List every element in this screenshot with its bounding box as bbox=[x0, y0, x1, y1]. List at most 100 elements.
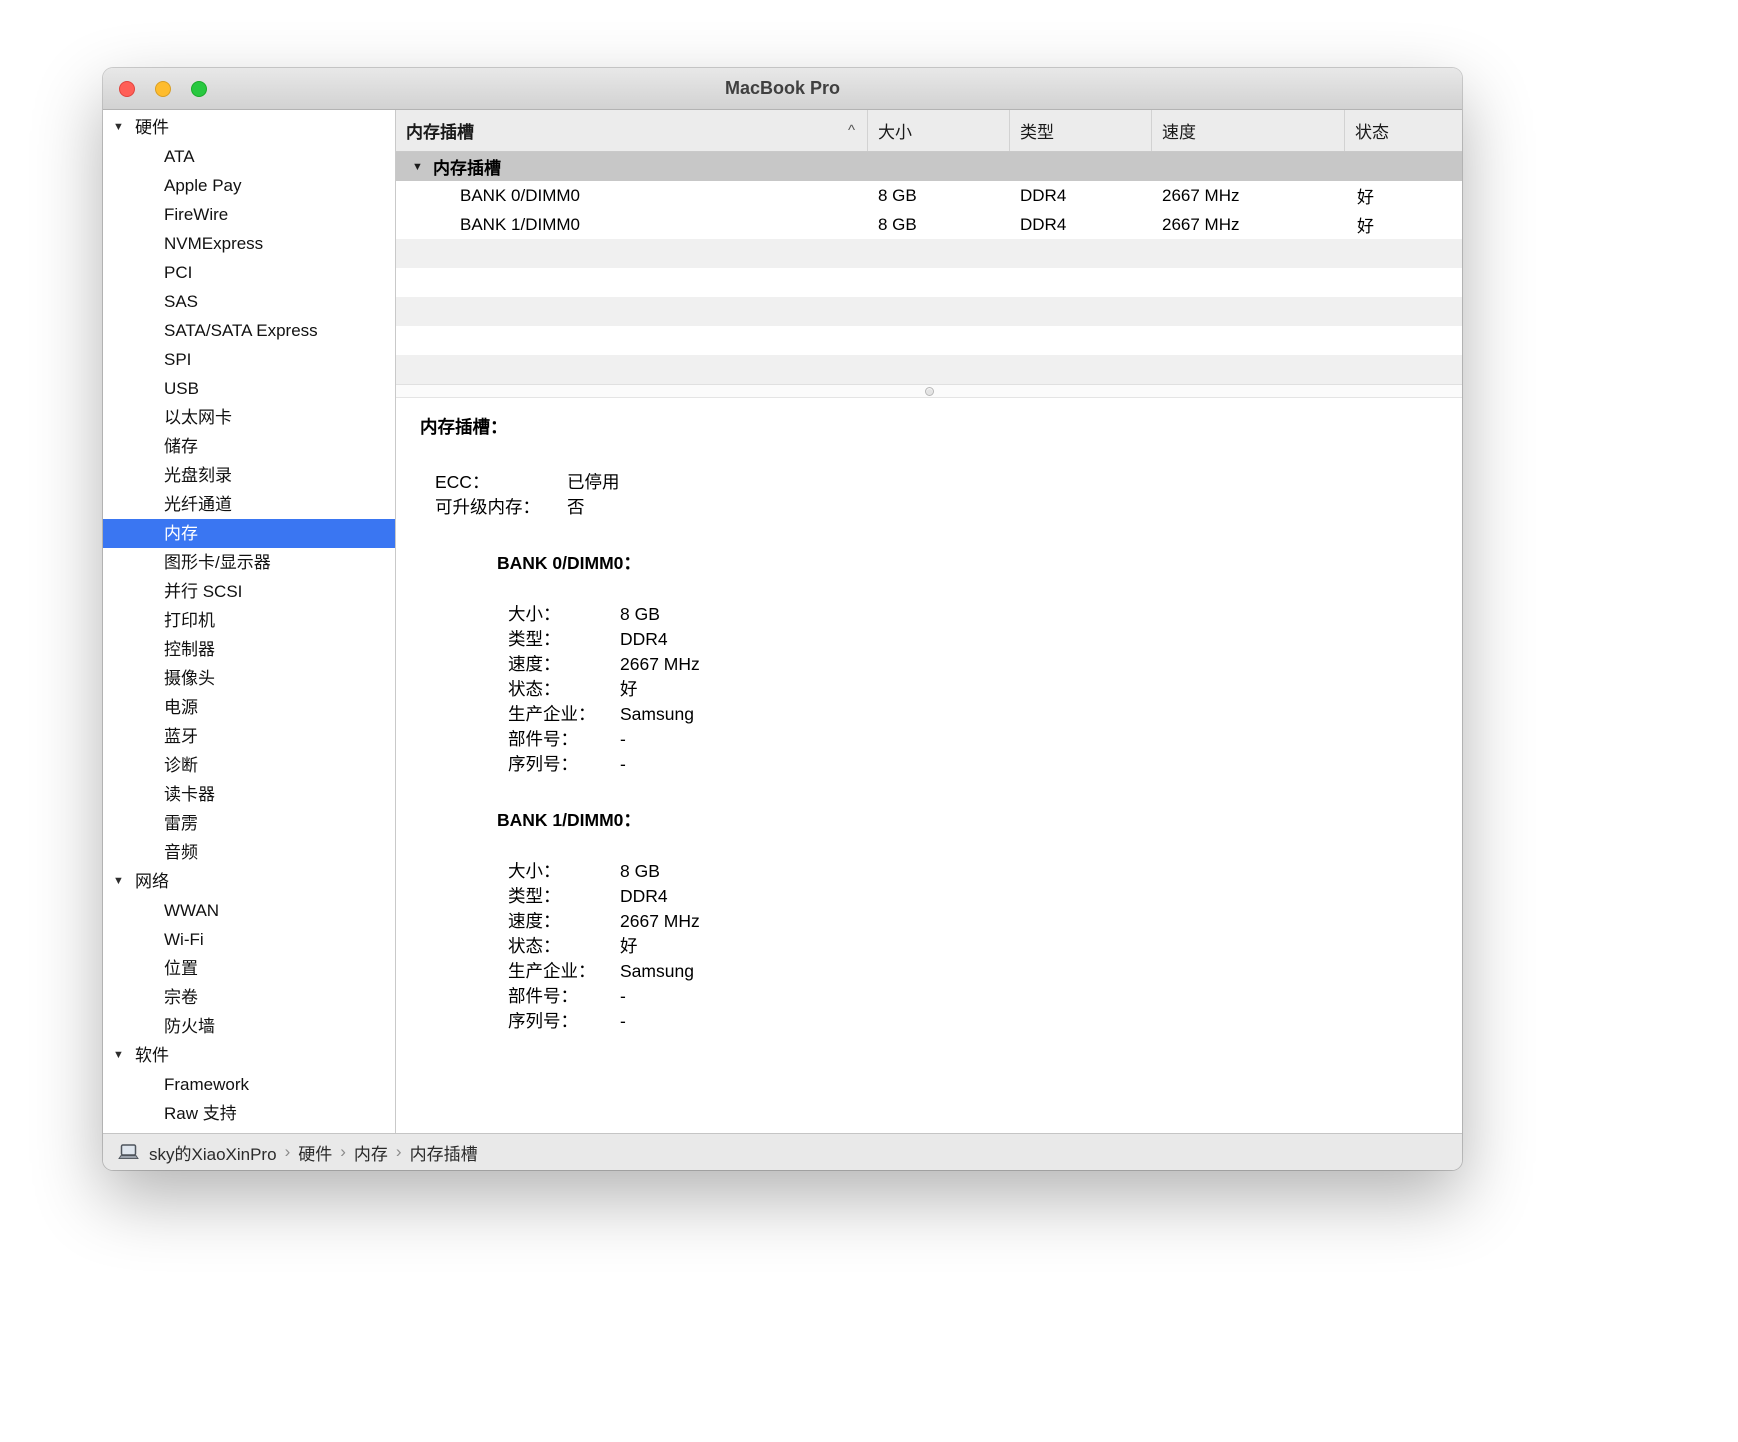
field-value: - bbox=[620, 1011, 626, 1031]
field-value: DDR4 bbox=[620, 886, 668, 906]
close-button[interactable] bbox=[119, 81, 135, 97]
sidebar-item-sata[interactable]: SATA/SATA Express bbox=[103, 316, 395, 345]
field-label: 可升级内存： bbox=[435, 495, 567, 520]
column-header-type[interactable]: 类型 bbox=[1010, 110, 1152, 151]
field-label: 速度： bbox=[508, 652, 620, 677]
window-content: ▼ 硬件 ATA Apple Pay FireWire NVMExpress P… bbox=[103, 110, 1462, 1133]
pane-splitter[interactable] bbox=[396, 384, 1462, 398]
empty-row bbox=[396, 297, 1462, 326]
sidebar-item-bluetooth[interactable]: 蓝牙 bbox=[103, 722, 395, 751]
column-header-slot[interactable]: 内存插槽 ^ bbox=[396, 110, 868, 151]
field-label: 生产企业： bbox=[508, 959, 620, 984]
bank-section: BANK 1/DIMM0： 大小：8 GB 类型：DDR4 速度：2667 MH… bbox=[497, 807, 1438, 1034]
disclosure-triangle-icon[interactable]: ▼ bbox=[113, 113, 126, 142]
sidebar-item-spi[interactable]: SPI bbox=[103, 345, 395, 374]
field-value: 8 GB bbox=[620, 604, 660, 624]
sidebar-item-controller[interactable]: 控制器 bbox=[103, 635, 395, 664]
sidebar-item-ethernet[interactable]: 以太网卡 bbox=[103, 403, 395, 432]
empty-row bbox=[396, 326, 1462, 355]
breadcrumb-separator-icon: › bbox=[332, 1142, 354, 1162]
sidebar-item-graphics-displays[interactable]: 图形卡/显示器 bbox=[103, 548, 395, 577]
computer-icon bbox=[117, 1144, 140, 1161]
column-header-status[interactable]: 状态 bbox=[1345, 110, 1462, 151]
sidebar-item-fibre-channel[interactable]: 光纤通道 bbox=[103, 490, 395, 519]
sidebar-item-volumes[interactable]: 宗卷 bbox=[103, 983, 395, 1012]
minimize-button[interactable] bbox=[155, 81, 171, 97]
sidebar-item-camera[interactable]: 摄像头 bbox=[103, 664, 395, 693]
breadcrumb-hardware[interactable]: 硬件 bbox=[298, 1140, 332, 1165]
zoom-button[interactable] bbox=[191, 81, 207, 97]
sidebar-item-parallel-scsi[interactable]: 并行 SCSI bbox=[103, 577, 395, 606]
field-label: 大小： bbox=[508, 602, 620, 627]
breadcrumb-root[interactable]: sky的XiaoXinPro bbox=[149, 1140, 277, 1165]
table-row[interactable]: BANK 0/DIMM0 8 GB DDR4 2667 MHz 好 bbox=[396, 181, 1462, 210]
sidebar-item-frameworks[interactable]: Framework bbox=[103, 1070, 395, 1099]
sidebar-section-hardware[interactable]: ▼ 硬件 bbox=[103, 113, 395, 142]
detail-field: 可升级内存：否 bbox=[435, 495, 1438, 520]
column-header-speed[interactable]: 速度 bbox=[1152, 110, 1345, 151]
sidebar-item-audio[interactable]: 音频 bbox=[103, 838, 395, 867]
bank-fields: 大小：8 GB 类型：DDR4 速度：2667 MHz 状态：好 生产企业：Sa… bbox=[508, 602, 1438, 777]
system-information-window: MacBook Pro ▼ 硬件 ATA Apple Pay FireWire … bbox=[103, 68, 1462, 1170]
sidebar-item-locations[interactable]: 位置 bbox=[103, 954, 395, 983]
cell-size: 8 GB bbox=[868, 186, 1010, 206]
detail-field: 速度：2667 MHz bbox=[508, 652, 1438, 677]
detail-field: 部件号：- bbox=[508, 984, 1438, 1009]
sidebar-item-power[interactable]: 电源 bbox=[103, 693, 395, 722]
column-header-size[interactable]: 大小 bbox=[868, 110, 1010, 151]
empty-row bbox=[396, 239, 1462, 268]
table-group-row[interactable]: ▼ 内存插槽 bbox=[396, 152, 1462, 181]
sidebar-section-software[interactable]: ▼ 软件 bbox=[103, 1041, 395, 1070]
sort-ascending-icon: ^ bbox=[848, 122, 867, 139]
field-label: 大小： bbox=[508, 859, 620, 884]
detail-global-fields: ECC：已停用 可升级内存：否 bbox=[435, 470, 1438, 520]
detail-field: ECC：已停用 bbox=[435, 470, 1438, 495]
field-value: 好 bbox=[620, 936, 638, 956]
field-label: 序列号： bbox=[508, 752, 620, 777]
sidebar-section-label: 软件 bbox=[135, 1041, 169, 1070]
bank-title: BANK 1/DIMM0： bbox=[497, 807, 1438, 832]
sidebar-item-raw-support[interactable]: Raw 支持 bbox=[103, 1099, 395, 1128]
sidebar-item-ata[interactable]: ATA bbox=[103, 142, 395, 171]
sidebar-item-apple-pay[interactable]: Apple Pay bbox=[103, 171, 395, 200]
disclosure-triangle-icon[interactable]: ▼ bbox=[113, 1041, 126, 1070]
sidebar-item-nvmexpress[interactable]: NVMExpress bbox=[103, 229, 395, 258]
sidebar-item-printers[interactable]: 打印机 bbox=[103, 606, 395, 635]
field-value: 否 bbox=[567, 497, 585, 517]
field-value: 好 bbox=[620, 679, 638, 699]
breadcrumb-memory[interactable]: 内存 bbox=[354, 1140, 388, 1165]
splitter-handle-icon[interactable] bbox=[925, 387, 934, 396]
sidebar-item-disc-burning[interactable]: 光盘刻录 bbox=[103, 461, 395, 490]
field-label: 生产企业： bbox=[508, 702, 620, 727]
sidebar-section-label: 硬件 bbox=[135, 113, 169, 142]
sidebar-item-pci[interactable]: PCI bbox=[103, 258, 395, 287]
sidebar-item-wifi[interactable]: Wi-Fi bbox=[103, 925, 395, 954]
detail-field: 生产企业：Samsung bbox=[508, 702, 1438, 727]
cell-slot: BANK 0/DIMM0 bbox=[396, 186, 868, 206]
field-value: - bbox=[620, 754, 626, 774]
sidebar-item-storage[interactable]: 储存 bbox=[103, 432, 395, 461]
field-value: Samsung bbox=[620, 704, 694, 724]
table-row[interactable]: BANK 1/DIMM0 8 GB DDR4 2667 MHz 好 bbox=[396, 210, 1462, 239]
sidebar-item-diagnostics[interactable]: 诊断 bbox=[103, 751, 395, 780]
sidebar-item-usb[interactable]: USB bbox=[103, 374, 395, 403]
cell-status: 好 bbox=[1345, 212, 1462, 237]
column-header-label: 内存插槽 bbox=[406, 118, 474, 143]
table-header: 内存插槽 ^ 大小 类型 速度 状态 bbox=[396, 110, 1462, 152]
breadcrumb-memory-slots[interactable]: 内存插槽 bbox=[410, 1140, 478, 1165]
sidebar-item-memory[interactable]: 内存 bbox=[103, 519, 395, 548]
detail-field: 序列号：- bbox=[508, 752, 1438, 777]
sidebar-item-firewall[interactable]: 防火墙 bbox=[103, 1012, 395, 1041]
disclosure-triangle-icon[interactable]: ▼ bbox=[412, 161, 425, 173]
sidebar-item-thunderbolt[interactable]: 雷雳 bbox=[103, 809, 395, 838]
sidebar-item-wwan[interactable]: WWAN bbox=[103, 896, 395, 925]
sidebar-item-card-reader[interactable]: 读卡器 bbox=[103, 780, 395, 809]
detail-field: 大小：8 GB bbox=[508, 602, 1438, 627]
cell-type: DDR4 bbox=[1010, 215, 1152, 235]
field-value: - bbox=[620, 729, 626, 749]
sidebar-item-firewire[interactable]: FireWire bbox=[103, 200, 395, 229]
titlebar[interactable]: MacBook Pro bbox=[103, 68, 1462, 110]
sidebar-section-network[interactable]: ▼ 网络 bbox=[103, 867, 395, 896]
disclosure-triangle-icon[interactable]: ▼ bbox=[113, 867, 126, 896]
sidebar-item-sas[interactable]: SAS bbox=[103, 287, 395, 316]
